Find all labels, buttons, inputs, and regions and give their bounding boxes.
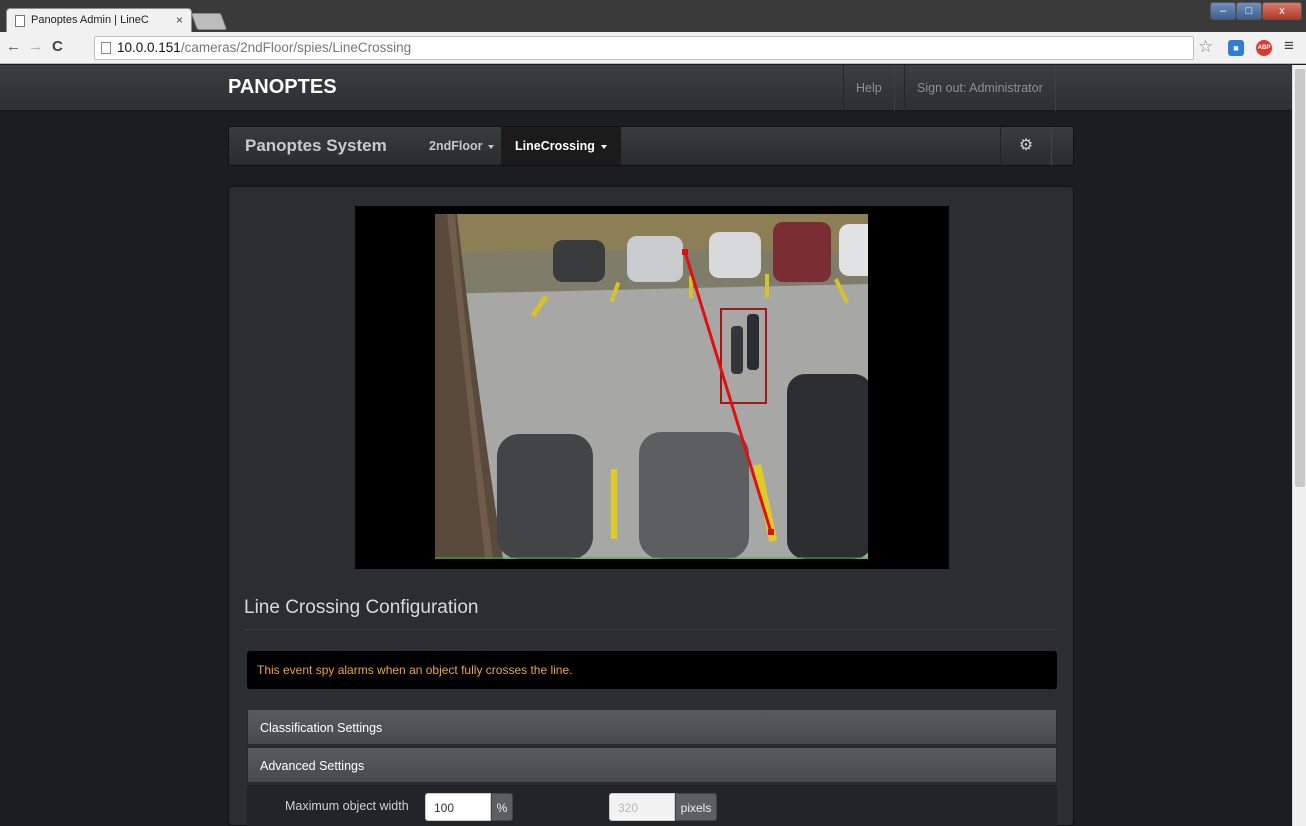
max-width-pixels-input: 320 — [609, 793, 675, 821]
url-path: /cameras/2ndFloor/spies/LineCrossing — [180, 40, 412, 55]
camera-image[interactable] — [435, 214, 868, 559]
signout-link[interactable]: Sign out: Administrator — [904, 65, 1056, 111]
spy-dropdown[interactable]: LineCrossing — [501, 127, 621, 165]
vertical-scrollbar[interactable] — [1292, 65, 1306, 826]
browser-toolbar: ← → C 10.0.0.151/cameras/2ndFloor/spies/… — [0, 32, 1306, 64]
reload-icon[interactable]: C — [52, 38, 63, 55]
camera-dropdown-label: 2ndFloor — [429, 139, 483, 153]
camera-view — [355, 206, 949, 569]
extension-icon[interactable]: ■ — [1228, 40, 1244, 56]
tab-close-icon[interactable]: × — [176, 13, 183, 27]
bookmark-star-icon[interactable]: ☆ — [1198, 37, 1213, 57]
adblock-icon[interactable]: ABP — [1256, 40, 1272, 56]
settings-gear-icon[interactable]: ⚙ — [1000, 127, 1052, 165]
max-width-percent-input[interactable]: 100 — [425, 793, 491, 821]
brand-logo[interactable]: PANOPTES — [228, 76, 337, 99]
browser-tabstrip: Panoptes Admin | LineC × – □ x — [0, 0, 1306, 32]
divider — [244, 629, 1056, 630]
maximize-button[interactable]: □ — [1236, 2, 1262, 20]
menu-icon[interactable]: ≡ — [1284, 36, 1294, 56]
browser-tab[interactable]: Panoptes Admin | LineC × — [6, 8, 192, 32]
system-title[interactable]: Panoptes System — [245, 136, 387, 156]
minimize-button[interactable]: – — [1210, 2, 1236, 20]
new-tab-button[interactable] — [190, 13, 228, 30]
percent-addon: % — [491, 793, 513, 821]
section-title: Line Crossing Configuration — [244, 597, 479, 618]
max-width-label: Maximum object width — [285, 799, 409, 813]
scrollbar-thumb[interactable] — [1295, 69, 1305, 487]
sub-navbar: Panoptes System 2ndFloor LineCrossing ⚙ — [228, 126, 1074, 166]
config-panel: Line Crossing Configuration This event s… — [228, 186, 1074, 826]
close-window-button[interactable]: x — [1262, 2, 1302, 20]
help-link[interactable]: Help — [843, 65, 895, 111]
address-bar[interactable]: 10.0.0.151/cameras/2ndFloor/spies/LineCr… — [94, 36, 1194, 60]
spy-dropdown-label: LineCrossing — [515, 139, 595, 153]
page-icon — [101, 42, 111, 54]
classification-settings-header[interactable]: Classification Settings — [247, 709, 1057, 745]
chevron-down-icon — [488, 144, 495, 149]
pixels-addon: pixels — [675, 793, 717, 821]
page: PANOPTES Help Sign out: Administrator Pa… — [0, 65, 1292, 826]
advanced-settings-body: Maximum object width 100 % 320 pixels — [247, 785, 1057, 826]
info-alert: This event spy alarms when an object ful… — [247, 651, 1057, 689]
page-icon — [15, 15, 25, 27]
advanced-settings-header[interactable]: Advanced Settings — [247, 747, 1057, 783]
url-host: 10.0.0.151 — [117, 40, 181, 55]
forward-icon[interactable]: → — [28, 38, 43, 55]
chevron-down-icon — [600, 144, 607, 149]
top-navbar: PANOPTES Help Sign out: Administrator — [0, 65, 1292, 111]
back-icon[interactable]: ← — [6, 38, 21, 55]
camera-dropdown[interactable]: 2ndFloor — [415, 127, 508, 165]
tab-title: Panoptes Admin | LineC — [31, 14, 149, 26]
